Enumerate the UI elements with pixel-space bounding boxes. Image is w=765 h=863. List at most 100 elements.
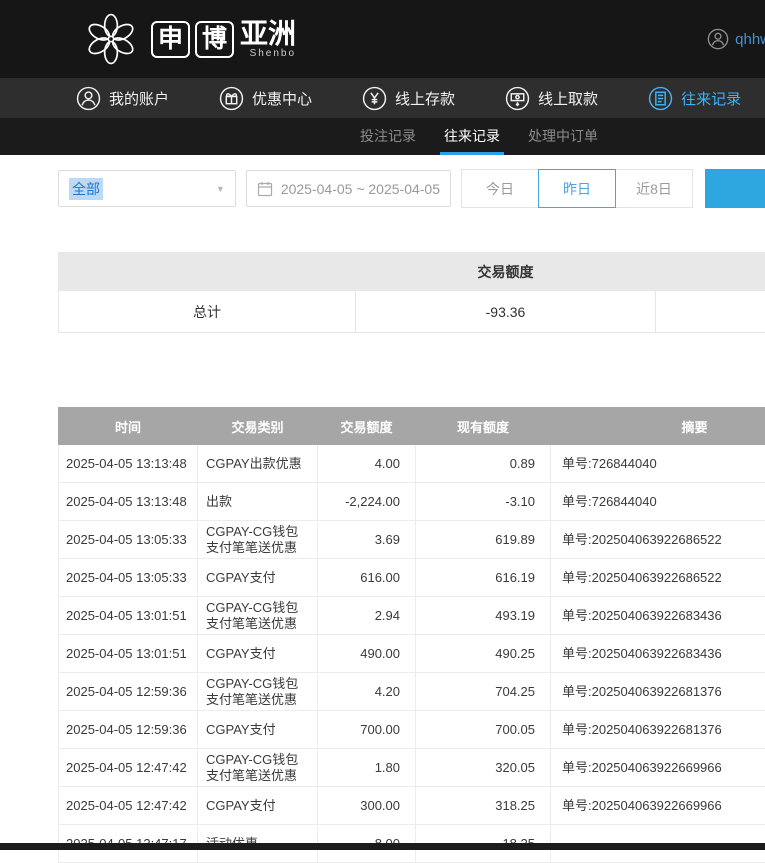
table-cell: 2025-04-05 13:13:48 xyxy=(59,483,198,521)
summary-header-row: 交易额度 xyxy=(59,253,765,291)
quick-range-buttons: 今日 昨日 近8日 xyxy=(461,169,693,208)
summary-header-cell xyxy=(656,253,765,291)
table-cell: 单号:726844040 xyxy=(551,445,765,483)
table-cell: 2025-04-05 12:47:42 xyxy=(59,749,198,787)
person-icon xyxy=(76,86,101,111)
tab-betting-records[interactable]: 投注记录 xyxy=(360,118,416,155)
table-cell: CGPAY支付 xyxy=(198,787,318,825)
summary-header-cell xyxy=(59,253,356,291)
yesterday-button[interactable]: 昨日 xyxy=(538,169,616,208)
table-cell: CGPAY-CG钱包 支付笔笔送优惠 xyxy=(198,749,318,787)
table-row: 2025-04-05 12:47:42CGPAY支付300.00318.25单号… xyxy=(59,787,765,825)
calendar-icon xyxy=(257,181,273,197)
summary-title: 交易额度 xyxy=(356,253,656,291)
chevron-down-icon: ▼ xyxy=(216,184,225,194)
table-cell: 单号:202504063922681376 xyxy=(551,673,765,711)
footer-bar xyxy=(0,843,765,850)
records-icon xyxy=(648,86,673,111)
table-cell: 300.00 xyxy=(318,787,416,825)
table-cell: 单号:202504063922683436 xyxy=(551,597,765,635)
nav-label: 往来记录 xyxy=(681,88,741,109)
summary-table: 交易额度 总计 -93.36 xyxy=(58,252,765,333)
summary-empty-cell xyxy=(656,291,765,333)
table-cell: 4.20 xyxy=(318,673,416,711)
top-header: 申 博 亚洲 Shenbo qhhw xyxy=(0,0,765,78)
table-cell: 493.19 xyxy=(416,597,551,635)
tab-processing-orders[interactable]: 处理中订单 xyxy=(528,118,598,155)
table-cell: 700.05 xyxy=(416,711,551,749)
table-cell: CGPAY出款优惠 xyxy=(198,445,318,483)
tab-transaction-records[interactable]: 往来记录 xyxy=(444,118,500,155)
gift-icon xyxy=(219,86,244,111)
nav-label: 我的账户 xyxy=(109,88,169,109)
nav-item-my-account[interactable]: 我的账户 xyxy=(76,86,169,111)
table-cell: 单号:202504063922686522 xyxy=(551,559,765,597)
table-cell: 700.00 xyxy=(318,711,416,749)
table-row: 2025-04-05 13:13:48出款-2,224.00-3.10单号:72… xyxy=(59,483,765,521)
table-row: 2025-04-05 13:05:33CGPAY支付616.00616.19单号… xyxy=(59,559,765,597)
table-cell: 单号:726844040 xyxy=(551,483,765,521)
table-cell: 619.89 xyxy=(416,521,551,559)
table-cell: 490.25 xyxy=(416,635,551,673)
table-row: 2025-04-05 12:47:42CGPAY-CG钱包 支付笔笔送优惠1.8… xyxy=(59,749,765,787)
table-cell: CGPAY-CG钱包 支付笔笔送优惠 xyxy=(198,521,318,559)
table-cell: 3.69 xyxy=(318,521,416,559)
nav-item-promotions[interactable]: 优惠中心 xyxy=(219,86,312,111)
table-cell: CGPAY支付 xyxy=(198,635,318,673)
transactions-table: 时间 交易类别 交易额度 现有额度 摘要 2025-04-05 13:13:48… xyxy=(58,407,765,863)
table-cell: 318.25 xyxy=(416,787,551,825)
header-balance: 现有额度 xyxy=(416,408,551,445)
banknote-icon xyxy=(505,86,530,111)
sub-navigation: 投注记录 往来记录 处理中订单 xyxy=(0,118,765,155)
main-navigation: 我的账户 优惠中心 线上存款 线上 xyxy=(0,78,765,118)
table-cell: CGPAY-CG钱包 支付笔笔送优惠 xyxy=(198,597,318,635)
header-time: 时间 xyxy=(59,408,198,445)
nav-item-deposit[interactable]: 线上存款 xyxy=(362,86,455,111)
type-select[interactable]: 全部 ▼ xyxy=(58,170,236,207)
type-select-value: 全部 xyxy=(69,178,103,200)
table-cell: 616.00 xyxy=(318,559,416,597)
table-cell: 704.25 xyxy=(416,673,551,711)
nav-item-transactions[interactable]: 往来记录 xyxy=(648,86,741,111)
lotus-flower-icon xyxy=(84,12,138,66)
table-cell: 2025-04-05 13:01:51 xyxy=(59,635,198,673)
nav-label: 线上存款 xyxy=(395,88,455,109)
summary-total-label: 总计 xyxy=(59,291,356,333)
brand-name-en: Shenbo xyxy=(250,48,296,59)
table-cell: 1.80 xyxy=(318,749,416,787)
date-range-input[interactable]: 2025-04-05 ~ 2025-04-05 xyxy=(246,170,451,207)
table-row: 2025-04-05 13:13:48CGPAY出款优惠4.000.89单号:7… xyxy=(59,445,765,483)
brand-name-cn: 亚洲 xyxy=(240,19,296,48)
header-type: 交易类别 xyxy=(198,408,318,445)
nav-label: 线上取款 xyxy=(538,88,598,109)
table-cell: 单号:202504063922681376 xyxy=(551,711,765,749)
filter-bar: 全部 ▼ 2025-04-05 ~ 2025-04-05 今日 昨日 近8日 xyxy=(0,155,765,222)
nav-label: 优惠中心 xyxy=(252,88,312,109)
search-button[interactable] xyxy=(705,169,765,208)
table-cell: 0.89 xyxy=(416,445,551,483)
table-cell: 490.00 xyxy=(318,635,416,673)
brand-logo[interactable]: 申 博 亚洲 Shenbo xyxy=(84,12,296,66)
today-button[interactable]: 今日 xyxy=(461,169,539,208)
table-cell: 单号:202504063922669966 xyxy=(551,787,765,825)
table-cell: 单号:202504063922686522 xyxy=(551,521,765,559)
table-cell: -3.10 xyxy=(416,483,551,521)
user-avatar-icon xyxy=(707,28,729,50)
yen-coin-icon xyxy=(362,86,387,111)
table-cell: 2025-04-05 12:47:42 xyxy=(59,787,198,825)
brand-char-2: 博 xyxy=(195,21,234,58)
date-range-value: 2025-04-05 ~ 2025-04-05 xyxy=(281,181,440,197)
table-cell: 2025-04-05 13:13:48 xyxy=(59,445,198,483)
last8days-button[interactable]: 近8日 xyxy=(615,169,693,208)
header-remark: 摘要 xyxy=(551,408,765,445)
table-cell: CGPAY-CG钱包 支付笔笔送优惠 xyxy=(198,673,318,711)
header-amount: 交易额度 xyxy=(318,408,416,445)
account-menu[interactable]: qhhw xyxy=(707,28,765,50)
nav-item-withdraw[interactable]: 线上取款 xyxy=(505,86,598,111)
table-cell: 2025-04-05 13:05:33 xyxy=(59,521,198,559)
table-row: 2025-04-05 13:05:33CGPAY-CG钱包 支付笔笔送优惠3.6… xyxy=(59,521,765,559)
table-cell: 320.05 xyxy=(416,749,551,787)
table-cell: 出款 xyxy=(198,483,318,521)
table-header-row: 时间 交易类别 交易额度 现有额度 摘要 xyxy=(59,408,765,445)
brand-char-1: 申 xyxy=(151,21,190,58)
